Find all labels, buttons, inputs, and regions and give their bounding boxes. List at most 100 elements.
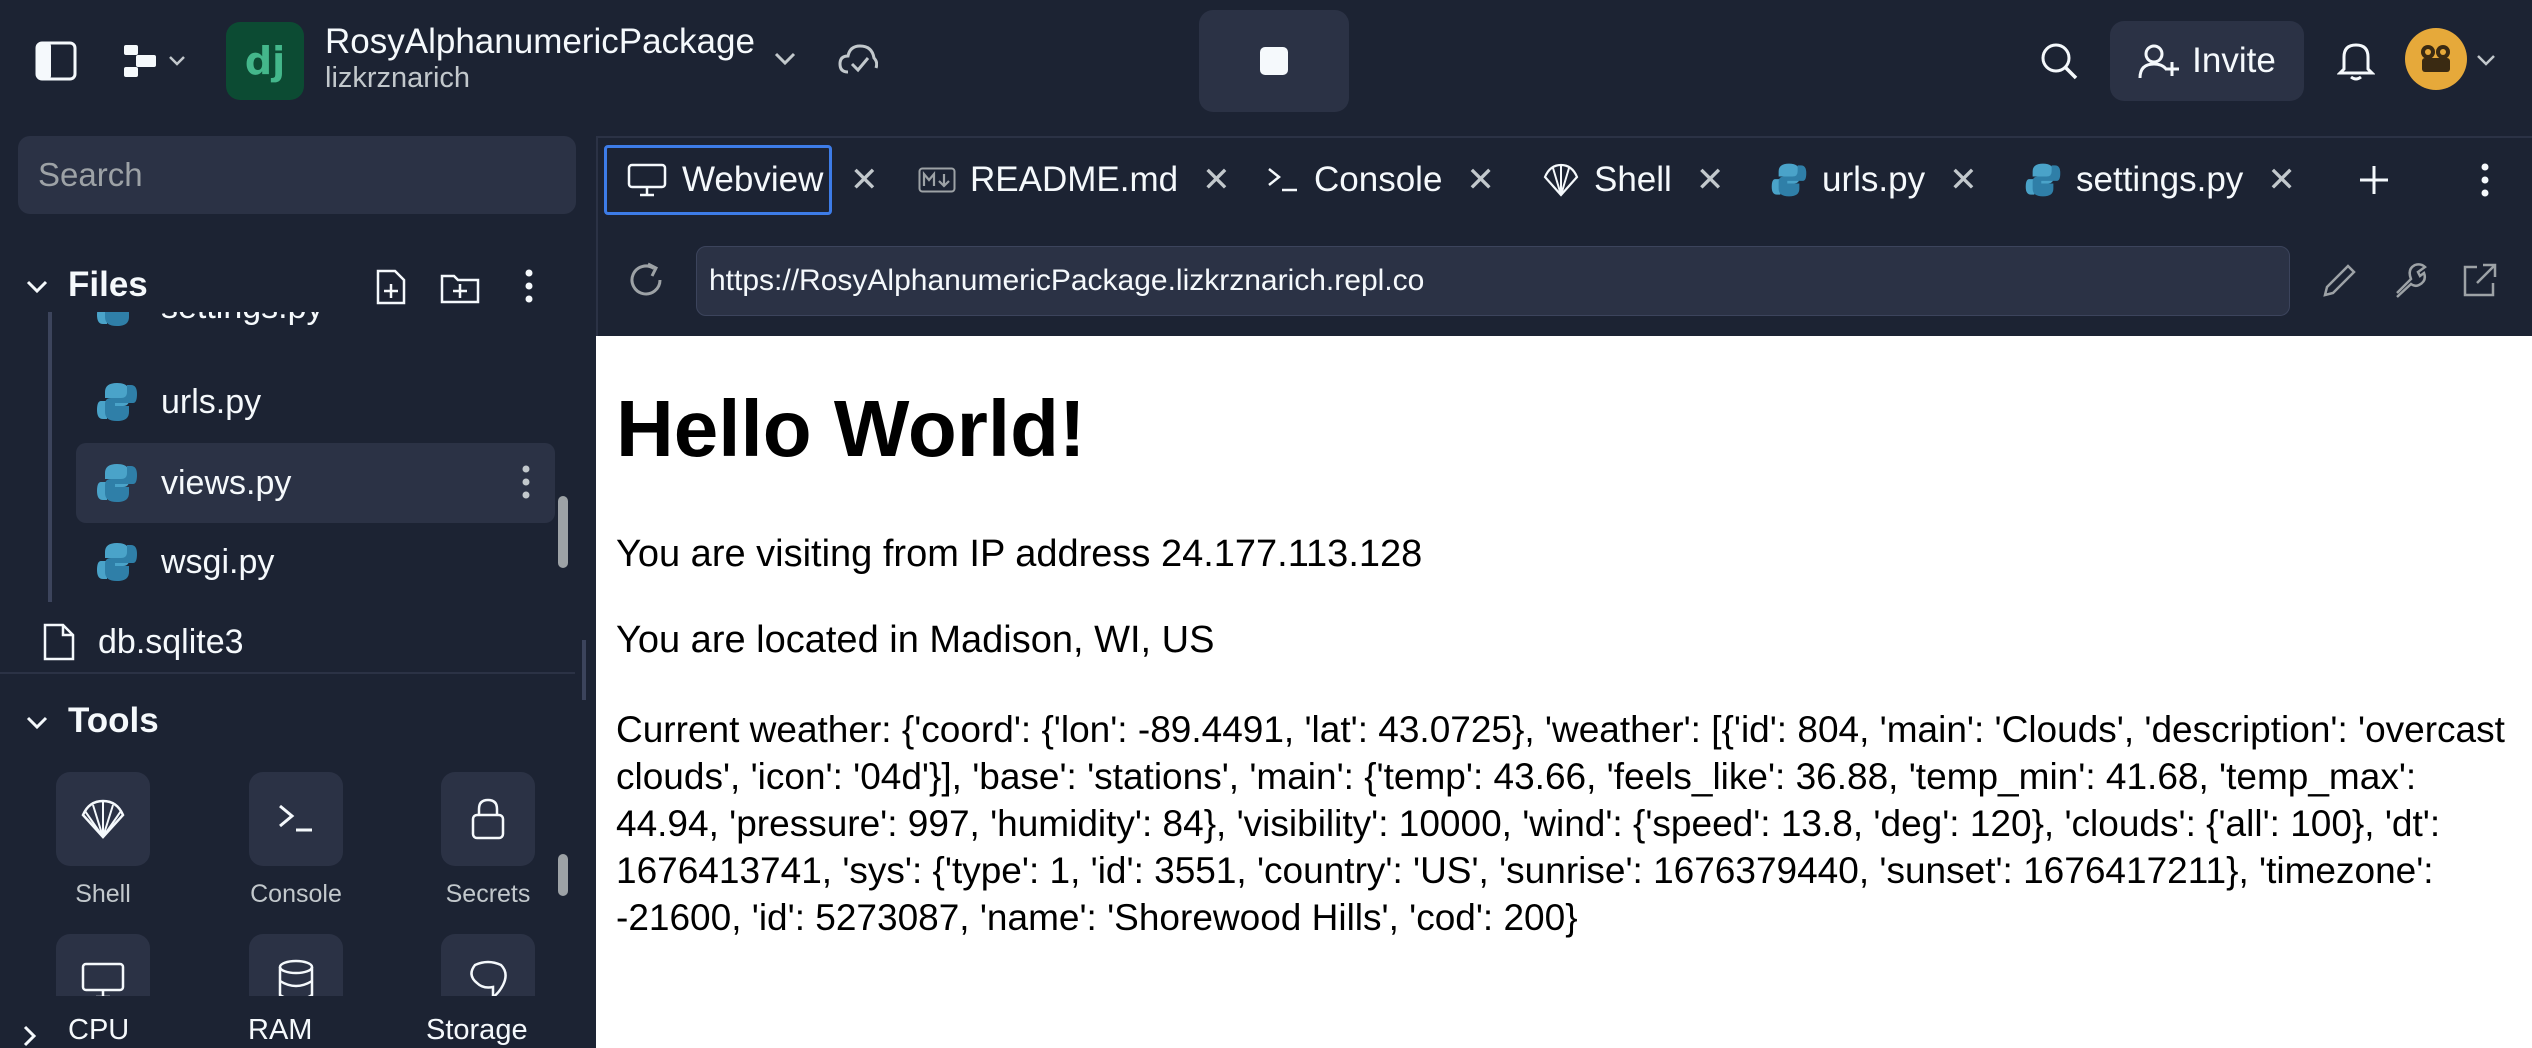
new-file-icon[interactable] [372, 266, 410, 308]
tab-label: Webview [682, 160, 824, 199]
tab-webview[interactable]: Webview [626, 145, 823, 215]
resource-cpu: CPU [68, 1014, 130, 1046]
database-icon [278, 959, 314, 996]
tab-settings[interactable]: settings.py ✕ [2024, 145, 2296, 215]
resource-storage: Storage [426, 1014, 528, 1046]
console-icon [279, 804, 312, 832]
refresh-icon[interactable] [624, 258, 668, 302]
console-icon [1268, 168, 1297, 192]
search-placeholder: Search [38, 156, 143, 193]
wrench-icon[interactable] [2388, 258, 2432, 302]
sidebar-resize-handle[interactable] [582, 640, 586, 700]
file-item-db[interactable]: db.sqlite3 [42, 617, 244, 666]
cloud-check-icon[interactable] [836, 38, 880, 82]
close-icon[interactable]: ✕ [1696, 160, 1725, 200]
python-icon [97, 543, 137, 581]
monitor-icon [627, 163, 667, 197]
tab-label: urls.py [1822, 160, 1926, 199]
file-tree: settings.py urls.py views.py wsgi.py db.… [0, 312, 580, 666]
python-icon [97, 464, 137, 502]
tab-readme[interactable]: README.md ✕ [918, 145, 1231, 215]
invite-button[interactable]: Invite [2110, 21, 2304, 101]
python-icon [97, 383, 137, 421]
tools-scrollbar[interactable] [558, 854, 568, 896]
ip-line: You are visiting from IP address 24.177.… [616, 533, 1423, 575]
file-name: db.sqlite3 [98, 622, 244, 661]
chevron-right-icon[interactable] [18, 1024, 42, 1048]
python-icon [1771, 163, 1807, 197]
avatar[interactable] [2405, 28, 2467, 90]
tab-label: Shell [1594, 160, 1672, 199]
tab-label: README.md [970, 160, 1179, 199]
file-item-settings[interactable]: settings.py [95, 312, 324, 332]
tool-webview[interactable] [56, 934, 150, 996]
tools-grid: Shell Console Secrets [0, 770, 560, 996]
url-text: https://RosyAlphanumericPackage.lizkrzna… [709, 264, 1425, 297]
close-icon[interactable]: ✕ [1202, 160, 1231, 200]
tab-urls[interactable]: urls.py ✕ [1770, 145, 1978, 215]
tab-menu-icon[interactable] [2470, 160, 2500, 200]
file-menu-icon [522, 465, 530, 499]
sidebar-toggle-icon[interactable] [30, 36, 82, 86]
tool-label: Shell [75, 880, 131, 908]
repl-owner[interactable]: lizkrznarich [325, 62, 470, 95]
shell-icon [1543, 163, 1579, 197]
sidebar-divider [0, 672, 575, 674]
close-icon[interactable]: ✕ [840, 145, 879, 215]
file-item-views[interactable]: views.py [76, 443, 555, 523]
markdown-icon [918, 167, 956, 193]
repl-name[interactable]: RosyAlphanumericPackage [325, 22, 755, 62]
page-heading: Hello World! [616, 384, 1086, 473]
new-tab-icon[interactable] [2352, 158, 2396, 202]
stop-icon [1260, 47, 1288, 75]
tab-console[interactable]: Console ✕ [1266, 145, 1495, 215]
tool-label: Console [250, 880, 342, 908]
new-folder-icon[interactable] [438, 268, 482, 306]
tool-console[interactable]: Console [249, 772, 343, 909]
add-user-icon [2138, 44, 2180, 79]
file-item-wsgi[interactable]: wsgi.py [95, 537, 274, 587]
tool-database[interactable] [249, 934, 343, 996]
resource-ram: RAM [248, 1014, 313, 1046]
monitor-icon [81, 962, 125, 996]
url-input[interactable]: https://RosyAlphanumericPackage.lizkrzna… [696, 246, 2290, 316]
chevron-down-icon[interactable] [2474, 48, 2498, 72]
tab-label: Console [1314, 160, 1443, 199]
file-name: urls.py [161, 382, 262, 421]
chevron-down-icon [169, 56, 185, 66]
tab-shell[interactable]: Shell ✕ [1542, 145, 1724, 215]
files-header[interactable]: Files [68, 265, 148, 305]
postgres-icon [470, 960, 507, 996]
files-menu-icon[interactable] [516, 266, 542, 306]
close-icon[interactable]: ✕ [1949, 160, 1978, 200]
chevron-down-icon[interactable] [22, 708, 52, 738]
close-icon[interactable]: ✕ [2267, 160, 2296, 200]
weather-line: Current weather: {'coord': {'lon': -89.4… [616, 709, 2505, 938]
tools-header[interactable]: Tools [68, 701, 159, 741]
stop-button[interactable] [1199, 10, 1349, 112]
replit-logo-icon [124, 45, 156, 77]
invite-label: Invite [2192, 41, 2276, 80]
repl-logo: dj [226, 22, 304, 100]
tree-guide-line [48, 312, 52, 602]
tool-label: Secrets [445, 880, 531, 908]
file-name: views.py [161, 463, 292, 502]
open-in-new-tab-icon[interactable] [2458, 258, 2502, 302]
tool-shell[interactable]: Shell [56, 772, 150, 909]
lock-icon [471, 798, 505, 840]
chevron-down-icon[interactable] [770, 44, 800, 74]
close-icon[interactable]: ✕ [1466, 160, 1495, 200]
python-icon [2025, 163, 2061, 197]
workspace-menu-button[interactable] [112, 36, 196, 86]
files-scrollbar[interactable] [558, 496, 568, 568]
tool-postgres[interactable] [441, 934, 535, 996]
chevron-down-icon[interactable] [22, 272, 52, 302]
django-logo-text: dj [244, 39, 286, 83]
bell-icon[interactable] [2334, 36, 2378, 84]
pencil-icon[interactable] [2318, 258, 2362, 302]
tool-secrets[interactable]: Secrets [441, 772, 535, 909]
search-input[interactable]: Search [18, 136, 576, 214]
file-name: wsgi.py [161, 542, 275, 581]
search-icon[interactable] [2036, 38, 2082, 84]
file-item-urls[interactable]: urls.py [95, 377, 261, 427]
